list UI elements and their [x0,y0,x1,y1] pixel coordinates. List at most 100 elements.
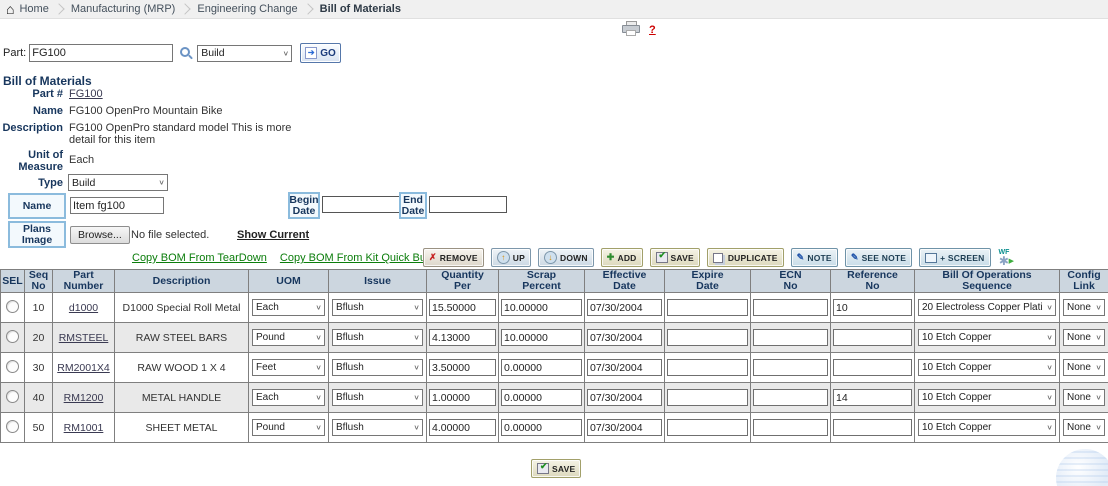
row-select-radio[interactable] [6,300,19,313]
chevron-down-icon: ∨ [1046,333,1053,342]
uom-select[interactable]: Pound∨ [252,329,325,346]
issue-select[interactable]: Bflush∨ [332,419,423,436]
row-select-radio[interactable] [6,360,19,373]
copy-bom-teardown-link[interactable]: Copy BOM From TearDown [132,252,267,264]
boo-sequence-select[interactable]: 10 Etch Copper∨ [918,419,1056,436]
col-header-description: Description [115,270,249,293]
up-button[interactable]: ↑ UP [491,248,531,267]
row-select-radio[interactable] [6,330,19,343]
ecn-no-input[interactable] [753,359,828,376]
breadcrumb-home[interactable]: Home [17,3,50,15]
quantity-per-input[interactable] [429,419,496,436]
config-link-select[interactable]: None∨ [1063,329,1105,346]
config-link-select[interactable]: None∨ [1063,299,1105,316]
reference-no-input[interactable] [833,359,912,376]
build-mode-select[interactable]: Build ∨ [197,45,292,62]
go-button[interactable]: ➔ GO [300,43,341,63]
expire-date-input[interactable] [667,359,748,376]
issue-select[interactable]: Bflush∨ [332,389,423,406]
add-button[interactable]: ✚ ADD [601,248,643,267]
part-number-link[interactable]: RM1200 [64,392,104,404]
quantity-per-input[interactable] [429,299,496,316]
quantity-per-input[interactable] [429,389,496,406]
search-icon[interactable] [179,46,193,60]
row-select-radio[interactable] [6,420,19,433]
col-header-uom: UOM [249,270,329,293]
effective-date-input[interactable] [587,419,662,436]
expire-date-input[interactable] [667,419,748,436]
ecn-no-input[interactable] [753,299,828,316]
ecn-no-input[interactable] [753,419,828,436]
boo-sequence-select[interactable]: 20 Electroless Copper Plating∨ [918,299,1056,316]
bom-table-header: SEL Seq No Part Number Description UOM I… [1,270,1108,293]
reference-no-input[interactable] [833,389,912,406]
help-link[interactable]: ? [649,24,656,36]
see-note-button[interactable]: ✎ SEE NOTE [845,248,912,267]
bom-name-input[interactable] [70,197,164,214]
scrap-percent-input[interactable] [501,299,582,316]
boo-sequence-select[interactable]: 10 Etch Copper∨ [918,389,1056,406]
quantity-per-input[interactable] [429,359,496,376]
page-title: Bill of Materials [3,74,92,88]
part-number-link[interactable]: RMSTEEL [59,332,109,344]
type-select[interactable]: Build ∨ [68,174,168,191]
issue-select[interactable]: Bflush∨ [332,359,423,376]
chevron-down-icon: ∨ [1046,363,1053,372]
ecn-no-input[interactable] [753,329,828,346]
uom-select[interactable]: Pound∨ [252,419,325,436]
uom-select[interactable]: Each∨ [252,299,325,316]
end-date-input[interactable] [429,196,507,213]
config-link-select[interactable]: None∨ [1063,419,1105,436]
expire-date-input[interactable] [667,329,748,346]
uom-select[interactable]: Feet∨ [252,359,325,376]
part-number-link[interactable]: d1000 [69,302,98,314]
breadcrumb-manufacturing[interactable]: Manufacturing (MRP) [69,3,178,15]
show-current-link[interactable]: Show Current [237,229,309,241]
description-cell: RAW WOOD 1 X 4 [115,353,249,383]
reference-no-input[interactable] [833,299,912,316]
note-button[interactable]: ✎ NOTE [791,248,838,267]
item-name-label: Name [0,105,63,117]
add-screen-button[interactable]: + SCREEN [919,248,990,267]
chevron-down-icon: ∨ [1046,393,1053,402]
bom-table-row: 10 d1000 D1000 Special Roll Metal Each∨ … [1,293,1108,323]
config-link-select[interactable]: None∨ [1063,389,1105,406]
scrap-percent-input[interactable] [501,329,582,346]
effective-date-input[interactable] [587,329,662,346]
begin-date-input[interactable] [322,196,402,213]
scrap-percent-input[interactable] [501,389,582,406]
uom-select[interactable]: Each∨ [252,389,325,406]
down-button[interactable]: ↓ DOWN [538,248,594,267]
issue-select[interactable]: Bflush∨ [332,299,423,316]
save-button[interactable]: ✔ SAVE [650,248,700,267]
footer-save-button[interactable]: ✔ SAVE [531,459,581,478]
printer-icon[interactable] [622,21,640,35]
issue-select[interactable]: Bflush∨ [332,329,423,346]
config-link-select[interactable]: None∨ [1063,359,1105,376]
effective-date-input[interactable] [587,299,662,316]
breadcrumb-engineering-change[interactable]: Engineering Change [195,3,299,15]
boo-sequence-select[interactable]: 10 Etch Copper∨ [918,329,1056,346]
copy-bom-kit-link[interactable]: Copy BOM From Kit Quick Build [280,252,437,264]
workflow-button[interactable]: WF ✱▶ [999,249,1010,267]
expire-date-input[interactable] [667,389,748,406]
scrap-percent-input[interactable] [501,359,582,376]
home-icon[interactable]: ⌂ [6,2,14,16]
duplicate-button[interactable]: DUPLICATE [707,248,784,267]
quantity-per-input[interactable] [429,329,496,346]
part-number-link[interactable]: RM1001 [64,422,104,434]
boo-sequence-select[interactable]: 10 Etch Copper∨ [918,359,1056,376]
reference-no-input[interactable] [833,329,912,346]
part-number-link[interactable]: RM2001X4 [57,362,110,374]
part-number-link[interactable]: FG100 [69,88,103,100]
browse-button[interactable]: Browse... [70,226,130,244]
effective-date-input[interactable] [587,359,662,376]
reference-no-input[interactable] [833,419,912,436]
effective-date-input[interactable] [587,389,662,406]
expire-date-input[interactable] [667,299,748,316]
row-select-radio[interactable] [6,390,19,403]
scrap-percent-input[interactable] [501,419,582,436]
remove-button[interactable]: ✗ REMOVE [423,248,484,267]
part-search-input[interactable] [29,44,173,62]
ecn-no-input[interactable] [753,389,828,406]
